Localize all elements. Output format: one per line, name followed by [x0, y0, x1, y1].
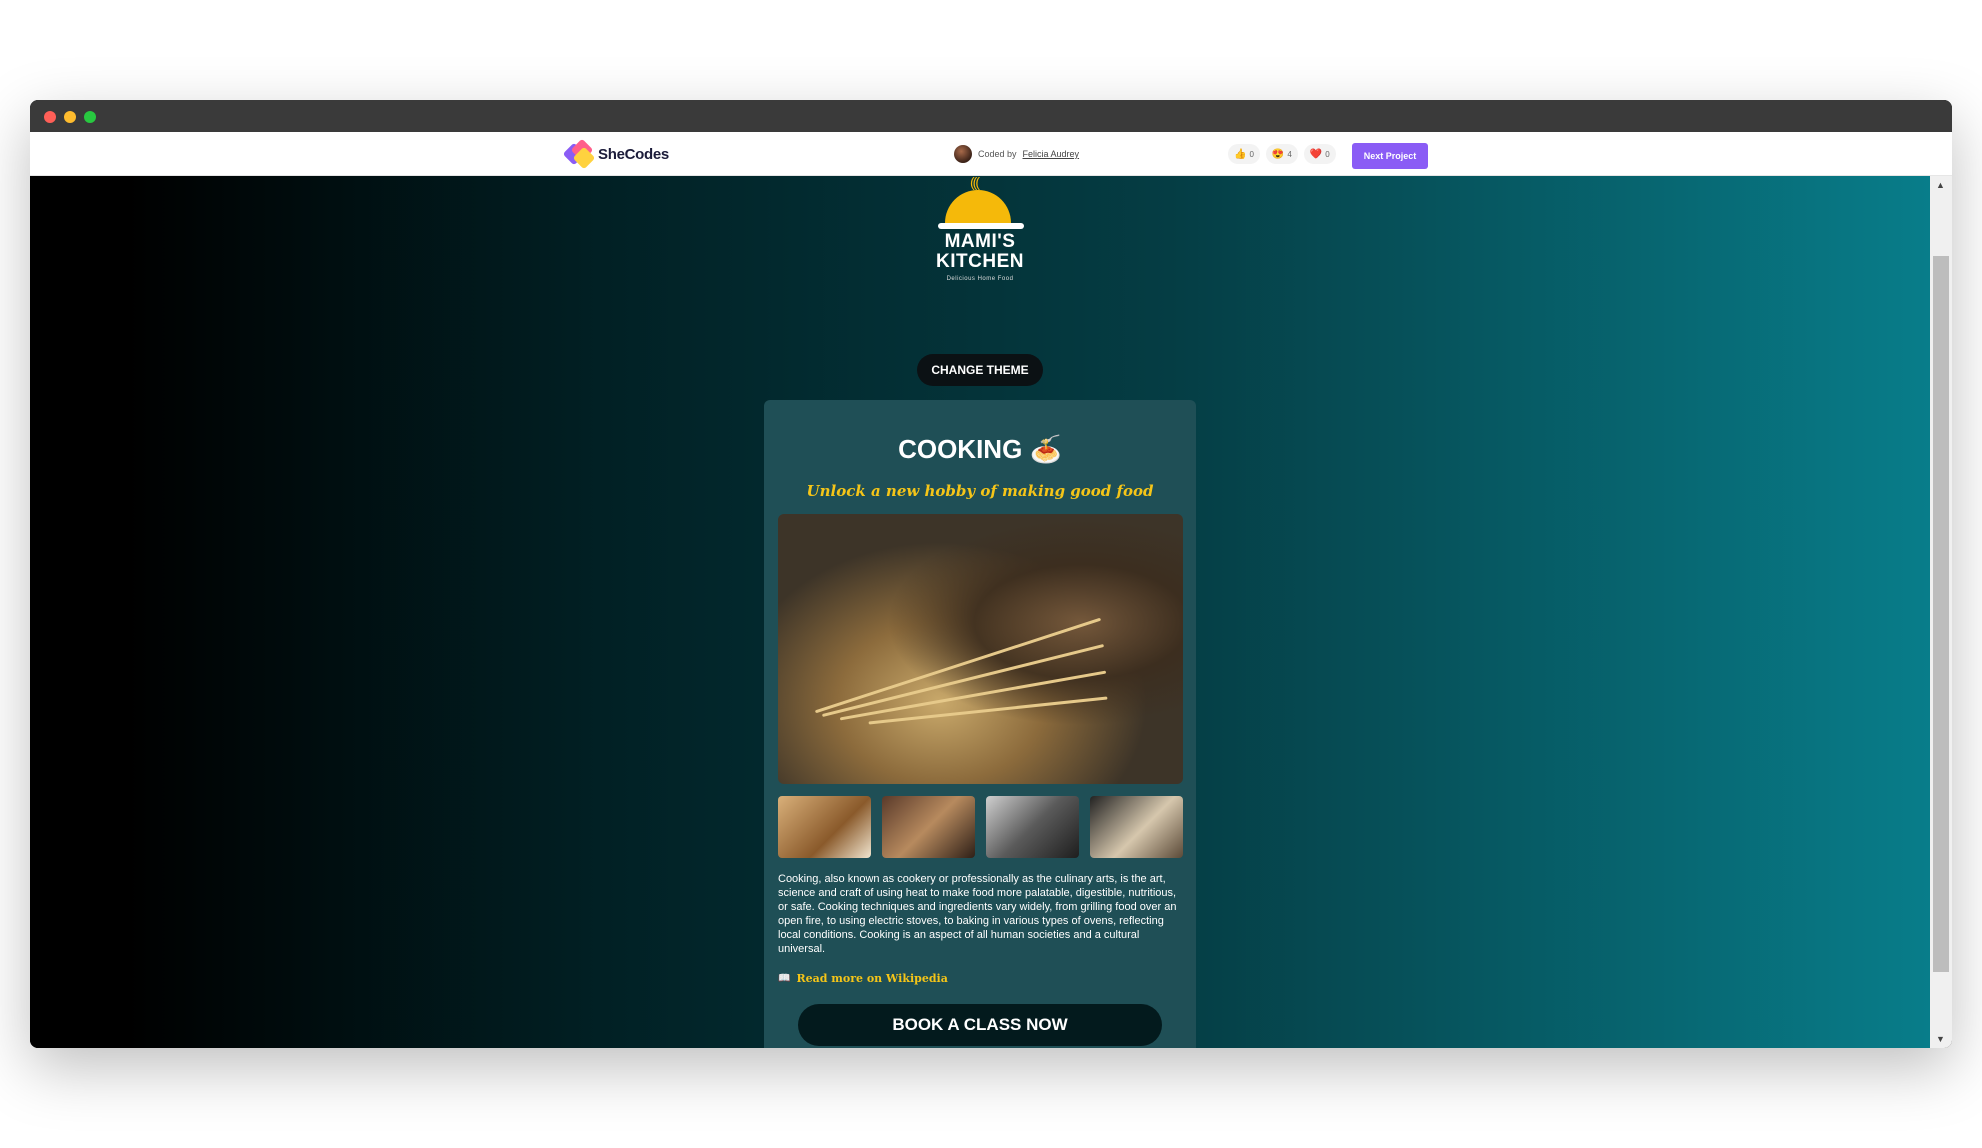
- reaction-count: 4: [1287, 149, 1292, 159]
- shecodes-logo-text: SheCodes: [598, 145, 669, 163]
- page-viewport: ((( MAMI'S KITCHEN Delicious Home Food C…: [30, 176, 1930, 1048]
- close-window-icon[interactable]: [44, 111, 56, 123]
- thumbnail-image[interactable]: [882, 796, 975, 858]
- steam-icon: (((: [970, 176, 980, 190]
- brand-name-line2: KITCHEN: [936, 251, 1024, 272]
- coded-by: Coded by Felicia Audrey: [954, 145, 1079, 163]
- card-title: COOKING 🍝: [898, 434, 1062, 464]
- heart-eyes-icon: 😍: [1271, 148, 1285, 160]
- reaction-heart[interactable]: ❤️ 0: [1303, 144, 1336, 164]
- next-project-button[interactable]: Next Project: [1352, 143, 1428, 169]
- scroll-down-icon[interactable]: ▼: [1936, 1034, 1945, 1044]
- thumbnail-image[interactable]: [986, 796, 1079, 858]
- author-avatar: [954, 145, 972, 163]
- brand-tagline: Delicious Home Food: [946, 276, 1014, 282]
- browser-window: SheCodes Coded by Felicia Audrey 👍 0 😍 4…: [30, 100, 1952, 1048]
- window-titlebar: [30, 100, 1952, 132]
- scroll-thumb[interactable]: [1933, 256, 1949, 972]
- shecodes-logo-icon: [562, 138, 596, 170]
- wikipedia-link-label: Read more on Wikipedia: [796, 972, 948, 985]
- wikipedia-link[interactable]: 📖 Read more on Wikipedia: [778, 972, 948, 985]
- cloche-icon: [945, 190, 1011, 224]
- thumbnail-image[interactable]: [778, 796, 871, 858]
- reactions: 👍 0 😍 4 ❤️ 0: [1228, 144, 1336, 164]
- reaction-thumbs-up[interactable]: 👍 0: [1228, 144, 1260, 164]
- mamis-kitchen-logo: ((( MAMI'S KITCHEN Delicious Home Food: [930, 176, 1030, 296]
- reaction-count: 0: [1325, 149, 1330, 159]
- cooking-card: COOKING 🍝 Unlock a new hobby of making g…: [764, 400, 1196, 1048]
- book-icon: 📖: [778, 973, 791, 984]
- reaction-count: 0: [1249, 149, 1254, 159]
- thumbnail-gallery: [778, 796, 1183, 858]
- heart-icon: ❤️: [1309, 148, 1323, 160]
- thumbs-up-icon: 👍: [1234, 148, 1247, 160]
- author-link[interactable]: Felicia Audrey: [1023, 149, 1080, 159]
- scroll-up-icon[interactable]: ▲: [1936, 180, 1945, 190]
- coded-by-prefix: Coded by: [978, 149, 1017, 159]
- brand-name-line1: MAMI'S: [944, 231, 1016, 252]
- brand-name: MAMI'S KITCHEN: [930, 232, 1030, 272]
- hero-image-pasta-making: [778, 514, 1183, 784]
- reaction-heart-eyes[interactable]: 😍 4: [1265, 144, 1298, 164]
- change-theme-button[interactable]: CHANGE THEME: [917, 354, 1043, 386]
- cooking-description: Cooking, also known as cookery or profes…: [778, 873, 1177, 955]
- thumbnail-image[interactable]: [1090, 796, 1183, 858]
- shecodes-header: SheCodes Coded by Felicia Audrey 👍 0 😍 4…: [30, 132, 1952, 176]
- vertical-scrollbar[interactable]: ▲ ▼: [1930, 176, 1952, 1048]
- card-subtitle: Unlock a new hobby of making good food: [806, 482, 1154, 500]
- minimize-window-icon[interactable]: [64, 111, 76, 123]
- maximize-window-icon[interactable]: [84, 111, 96, 123]
- shecodes-logo[interactable]: SheCodes: [562, 138, 669, 170]
- cloche-tray: [938, 223, 1024, 229]
- book-class-button[interactable]: BOOK A CLASS NOW: [798, 1004, 1162, 1046]
